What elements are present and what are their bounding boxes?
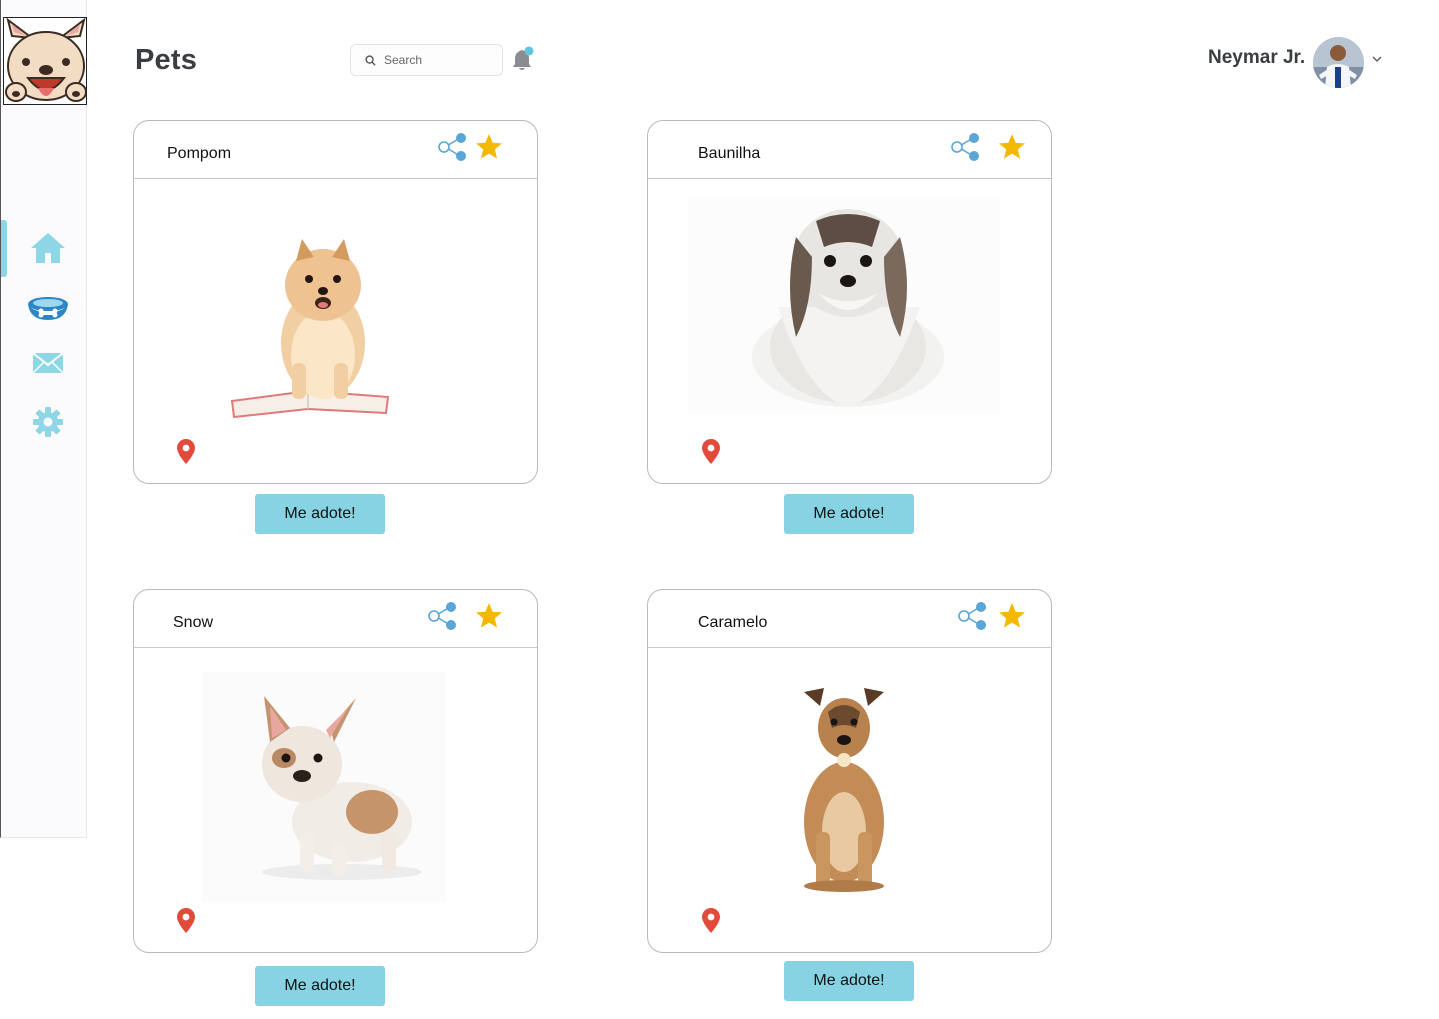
- pet-card: Pompom: [133, 120, 538, 484]
- card-header: Baunilha: [648, 121, 1051, 179]
- adopt-button[interactable]: Me adote!: [784, 961, 914, 1001]
- search-icon: [365, 54, 376, 66]
- chevron-down-icon[interactable]: [1370, 52, 1384, 66]
- gear-icon: [33, 407, 63, 437]
- star-icon[interactable]: [998, 602, 1026, 630]
- adopt-button[interactable]: Me adote!: [255, 494, 385, 534]
- search-box[interactable]: [350, 44, 503, 76]
- pet-photo: [202, 672, 446, 902]
- card-header: Pompom: [134, 121, 537, 179]
- sidebar: [0, 0, 87, 838]
- pet-name: Pompom: [167, 145, 232, 162]
- user-avatar-icon: [1313, 37, 1364, 88]
- pet-photo: [804, 688, 884, 892]
- location-pin-icon[interactable]: [701, 908, 721, 934]
- logo-image[interactable]: [3, 17, 87, 105]
- location-pin-icon[interactable]: [176, 908, 196, 934]
- search-input[interactable]: [384, 53, 494, 67]
- location-pin-icon[interactable]: [176, 439, 196, 465]
- sidebar-item-home[interactable]: [25, 228, 71, 268]
- adopt-button[interactable]: Me adote!: [784, 494, 914, 534]
- share-icon[interactable]: [437, 132, 469, 162]
- french-bulldog-logo-icon: [5, 18, 86, 102]
- page-title: Pets: [135, 44, 198, 76]
- pet-card: Baunilha: [647, 120, 1052, 484]
- pet-card: Snow: [133, 589, 538, 953]
- card-header: Caramelo: [648, 590, 1051, 648]
- pet-name: Caramelo: [698, 614, 768, 631]
- star-icon[interactable]: [998, 133, 1026, 161]
- location-pin-icon[interactable]: [701, 439, 721, 465]
- avatar[interactable]: [1313, 37, 1364, 88]
- adopt-button[interactable]: Me adote!: [255, 966, 385, 1006]
- share-icon[interactable]: [950, 132, 982, 162]
- pet-card: Caramelo: [647, 589, 1052, 953]
- nav-active-indicator: [1, 220, 7, 277]
- card-header: Snow: [134, 590, 537, 648]
- sidebar-item-pets[interactable]: [25, 288, 71, 328]
- share-icon[interactable]: [427, 601, 459, 631]
- pet-photo: [230, 239, 390, 418]
- pet-name: Baunilha: [698, 145, 761, 162]
- home-icon: [31, 233, 65, 263]
- pet-photo: [688, 197, 1000, 415]
- sidebar-item-settings[interactable]: [25, 402, 71, 442]
- pet-name: Snow: [173, 614, 214, 631]
- share-icon[interactable]: [957, 601, 989, 631]
- star-icon[interactable]: [475, 602, 503, 630]
- sidebar-item-messages[interactable]: [25, 343, 71, 383]
- pet-bowl-icon: [28, 297, 68, 320]
- mail-icon: [32, 352, 64, 374]
- user-name[interactable]: Neymar Jr.: [1208, 47, 1305, 69]
- star-icon[interactable]: [475, 133, 503, 161]
- notification-bell-icon[interactable]: [511, 46, 537, 72]
